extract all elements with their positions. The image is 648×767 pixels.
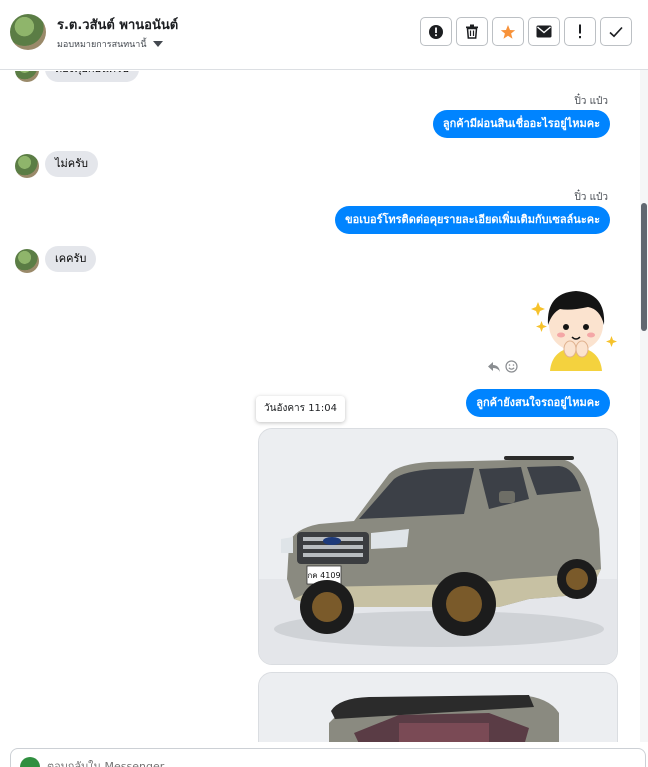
delete-button[interactable] xyxy=(456,17,488,46)
emoji-react-icon[interactable] xyxy=(505,360,518,373)
timestamp-tooltip: วันอังคาร 11:04 xyxy=(256,396,346,422)
conversation-header: ร.ต.วสันต์ พานอนันต์ มอบหมายการสนทนานี้ xyxy=(0,0,648,70)
trash-icon xyxy=(466,24,478,39)
sender-name: ปิ๋ว แป๋ว xyxy=(574,192,608,203)
contact-name[interactable]: ร.ต.วสันต์ พานอนันต์ xyxy=(57,14,178,35)
exclamation-icon xyxy=(579,24,581,39)
flag-button[interactable] xyxy=(564,17,596,46)
sender-avatar xyxy=(15,154,39,178)
contact-avatar[interactable] xyxy=(10,14,46,50)
car-photo[interactable]: กค 4109 xyxy=(258,428,618,665)
scrollbar-thumb[interactable] xyxy=(641,203,647,331)
reply-composer xyxy=(10,748,646,767)
license-plate: กค 4109 xyxy=(307,571,340,580)
sender-avatar xyxy=(15,249,39,273)
assign-label: มอบหมายการสนทนานี้ xyxy=(57,40,147,50)
message-actions xyxy=(487,360,518,373)
done-button[interactable] xyxy=(600,17,632,46)
mark-spam-button[interactable] xyxy=(420,17,452,46)
mark-unread-button[interactable] xyxy=(528,17,560,46)
assign-conversation-dropdown[interactable]: มอบหมายการสนทนานี้ xyxy=(57,37,163,51)
incoming-message[interactable]: เคครับ xyxy=(45,246,97,272)
sender-avatar xyxy=(15,71,39,82)
envelope-icon xyxy=(536,25,552,38)
incoming-message[interactable]: ไม่ครับ xyxy=(45,151,99,177)
car-photo[interactable] xyxy=(258,672,618,742)
outgoing-message[interactable]: ลูกค้ามีผ่อนสินเชื่ออะไรอยู่ไหมคะ xyxy=(432,110,610,138)
check-icon xyxy=(609,26,623,37)
alert-circle-icon xyxy=(429,24,443,39)
sender-name: ปิ๋ว แป๋ว xyxy=(574,96,608,107)
car-image xyxy=(259,673,617,742)
scrollbar-track[interactable] xyxy=(640,70,648,742)
car-image: กค 4109 xyxy=(259,429,617,664)
caret-down-icon xyxy=(152,41,163,47)
outgoing-message[interactable]: ขอเบอร์โทรติดต่อคุยรายละเอียดเพิ่มเติมกั… xyxy=(335,206,610,234)
incoming-message[interactable]: ต้องคุยก่อนครับ xyxy=(45,71,139,82)
message-input[interactable] xyxy=(47,755,627,767)
page-avatar xyxy=(20,757,40,767)
star-button[interactable] xyxy=(492,17,524,46)
girl-sticker[interactable] xyxy=(530,287,618,371)
outgoing-message[interactable]: ลูกค้ายังสนใจรถอยู่ไหมคะ xyxy=(466,389,610,417)
star-icon xyxy=(500,24,516,39)
message-thread: ต้องคุยก่อนครับ ปิ๋ว แป๋ว ลูกค้ามีผ่อนสิ… xyxy=(0,71,640,742)
reply-icon[interactable] xyxy=(487,361,501,373)
